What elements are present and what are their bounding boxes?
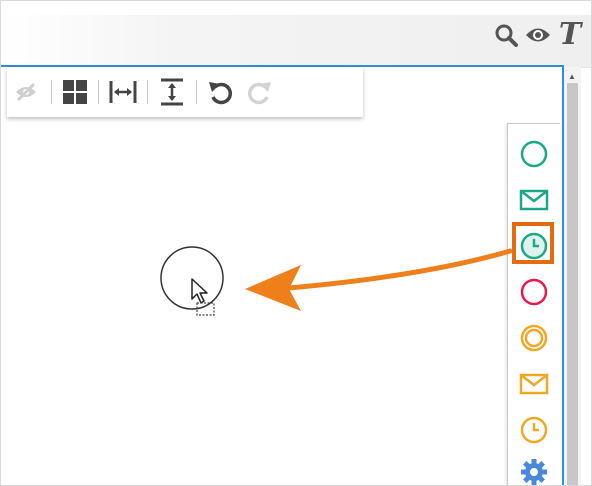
scroll-thumb[interactable] [567, 83, 578, 485]
editor-window: T ▲ [0, 0, 592, 486]
start-event-icon[interactable] [518, 138, 550, 170]
message-intermediate-event-icon[interactable] [518, 368, 550, 400]
end-event-icon[interactable] [518, 276, 550, 308]
drag-cursor-icon [190, 277, 220, 322]
toolbar-divider [147, 80, 148, 104]
message-start-event-icon[interactable] [518, 184, 550, 216]
text-tool-icon[interactable]: T [557, 17, 583, 52]
toolbar-divider [98, 80, 99, 104]
hide-icon[interactable] [7, 76, 45, 108]
selected-palette-highlight [512, 222, 554, 264]
shape-palette [507, 123, 560, 485]
timer-intermediate-event-icon[interactable] [518, 414, 550, 446]
eye-icon[interactable] [525, 22, 551, 48]
redo-icon [239, 76, 279, 108]
intermediate-event-icon[interactable] [518, 322, 550, 354]
vertical-scrollbar[interactable]: ▲ [564, 67, 581, 485]
distribute-vertical-icon[interactable] [154, 76, 190, 108]
scroll-up-arrow-icon[interactable]: ▲ [568, 72, 576, 81]
toolbar-divider [51, 80, 52, 104]
search-icon[interactable] [493, 22, 519, 48]
distribute-horizontal-icon[interactable] [105, 76, 141, 108]
toolbar-divider [196, 80, 197, 104]
gear-icon[interactable] [518, 456, 550, 485]
undo-icon[interactable] [203, 76, 239, 108]
grid-layout-icon[interactable] [58, 76, 92, 108]
text-tool-glyph: T [558, 17, 582, 52]
header-tools: T [493, 17, 583, 52]
canvas-toolbar [7, 67, 363, 117]
diagram-canvas[interactable] [1, 65, 564, 485]
